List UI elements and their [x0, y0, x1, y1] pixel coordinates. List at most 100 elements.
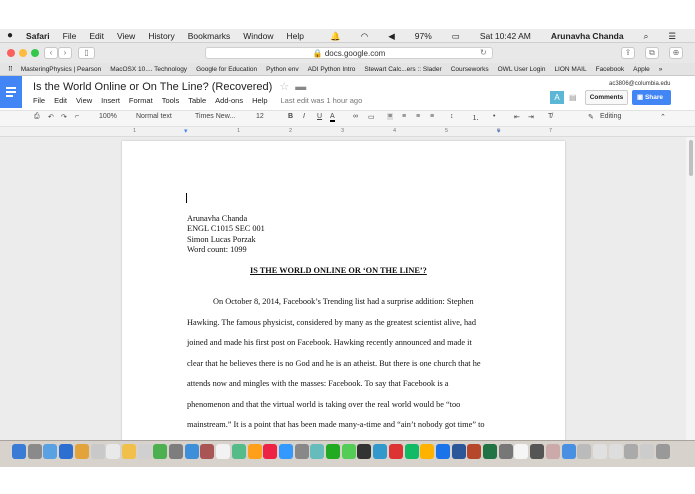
dock-app-icon[interactable]: [640, 444, 654, 459]
dock-app-icon[interactable]: [341, 444, 356, 459]
battery-icon[interactable]: ▭: [452, 31, 460, 42]
grid-icon[interactable]: ⠿: [8, 65, 13, 73]
align-center-icon[interactable]: ≡: [402, 113, 406, 120]
minimize-window-button[interactable]: [19, 49, 27, 57]
menu-view[interactable]: View: [117, 31, 135, 41]
bold-button[interactable]: B: [288, 113, 293, 120]
dock-app-icon[interactable]: [420, 444, 435, 459]
dock-app-icon[interactable]: [608, 444, 623, 459]
docs-menu-tools[interactable]: Tools: [162, 96, 180, 105]
document-title-text[interactable]: Is the World Online or On The Line? (Rec…: [33, 81, 272, 93]
docs-menu-insert[interactable]: Insert: [101, 96, 120, 105]
dock-app-icon[interactable]: [231, 444, 246, 459]
style-select[interactable]: Normal text: [136, 113, 172, 120]
apple-icon[interactable]: ●: [7, 30, 13, 41]
link-icon[interactable]: ∞: [353, 113, 358, 120]
menu-edit[interactable]: Edit: [89, 31, 104, 41]
comment-icon[interactable]: ▭: [368, 113, 375, 121]
text-color-button[interactable]: A: [330, 113, 335, 122]
docs-menu-addons[interactable]: Add-ons: [215, 96, 243, 105]
dock-app-icon[interactable]: [404, 444, 419, 459]
more-bookmarks-icon[interactable]: »: [659, 66, 663, 73]
dock-app-icon[interactable]: [216, 444, 231, 459]
dock-app-icon[interactable]: [655, 444, 670, 459]
menu-help[interactable]: Help: [287, 31, 304, 41]
share-button[interactable]: ▣ Share: [632, 90, 671, 105]
indent-marker-icon[interactable]: ▾: [184, 127, 188, 135]
downloads-icon[interactable]: ⊕: [669, 47, 683, 59]
dock-app-icon[interactable]: [12, 444, 26, 459]
document-page[interactable]: [122, 141, 565, 440]
collapse-icon[interactable]: ⌃: [660, 113, 666, 121]
close-window-button[interactable]: [7, 49, 15, 57]
tabs-icon[interactable]: ⧉: [645, 47, 659, 59]
docs-menu-format[interactable]: Format: [129, 96, 153, 105]
last-edit-status[interactable]: Last edit was 1 hour ago: [281, 96, 363, 105]
reload-icon[interactable]: ↻: [480, 48, 487, 57]
undo-icon[interactable]: ↶: [48, 113, 54, 121]
share-icon[interactable]: ⇪: [621, 47, 635, 59]
dock-app-icon[interactable]: [388, 444, 403, 459]
dock-app-icon[interactable]: [624, 444, 639, 459]
dock-app-icon[interactable]: [310, 444, 325, 459]
address-bar[interactable]: 🔒 docs.google.com: [205, 47, 493, 59]
wifi-icon[interactable]: ◠: [361, 31, 368, 42]
dock-app-icon[interactable]: [27, 444, 42, 459]
dock-app-icon[interactable]: [577, 444, 592, 459]
menu-bookmarks[interactable]: Bookmarks: [188, 31, 231, 41]
volume-icon[interactable]: ◀︎: [388, 31, 395, 42]
dock-app-icon[interactable]: [121, 444, 136, 459]
editing-mode-select[interactable]: Editing: [600, 113, 621, 120]
folder-icon[interactable]: ▬: [295, 81, 306, 93]
dock-app-icon[interactable]: [153, 444, 168, 459]
menu-file[interactable]: File: [63, 31, 77, 41]
sidebar-icon[interactable]: ▯: [78, 47, 95, 59]
back-icon[interactable]: ‹: [44, 47, 58, 59]
align-left-icon[interactable]: ≡: [387, 113, 394, 120]
dock-app-icon[interactable]: [326, 444, 340, 459]
dock-app-icon[interactable]: [43, 444, 58, 459]
menu-app-name[interactable]: Safari: [26, 31, 50, 41]
dock-app-icon[interactable]: [200, 444, 215, 459]
dock-app-icon[interactable]: [169, 444, 183, 459]
document-title[interactable]: Is the World Online or On The Line? (Rec…: [33, 80, 306, 93]
docs-home-icon[interactable]: [0, 76, 22, 108]
notification-icon[interactable]: 🔔: [330, 31, 341, 42]
dock-app-icon[interactable]: [263, 444, 278, 459]
dock-app-icon[interactable]: [561, 444, 576, 459]
bookmark-item[interactable]: Python env: [266, 66, 299, 73]
menu-history[interactable]: History: [148, 31, 174, 41]
dock-app-icon[interactable]: [278, 444, 293, 459]
dock-app-icon[interactable]: [373, 444, 388, 459]
comments-button[interactable]: Comments: [585, 90, 628, 105]
bookmark-item[interactable]: Apple: [633, 66, 650, 73]
bookmark-item[interactable]: Courseworks: [451, 66, 489, 73]
print-icon[interactable]: ⎙: [34, 113, 40, 121]
dock-app-icon[interactable]: [184, 444, 199, 459]
docs-menu-edit[interactable]: Edit: [54, 96, 67, 105]
underline-button[interactable]: U: [317, 113, 322, 120]
ruler[interactable]: 1 ▾ 1 2 3 4 5 ▾ 6 7: [0, 127, 695, 137]
chat-icon[interactable]: ▤: [569, 93, 577, 102]
dock-app-icon[interactable]: [592, 444, 607, 459]
dock-app-icon[interactable]: [514, 444, 529, 459]
forward-icon[interactable]: ›: [58, 47, 72, 59]
dock-app-icon[interactable]: [498, 444, 513, 459]
pencil-icon[interactable]: ✎: [588, 113, 594, 121]
dock-app-icon[interactable]: [137, 444, 152, 459]
justify-icon[interactable]: ≡: [430, 113, 434, 120]
zoom-window-button[interactable]: [31, 49, 39, 57]
bookmark-item[interactable]: LION MAIL: [554, 66, 586, 73]
zoom-select[interactable]: 100%: [99, 113, 117, 120]
avatar[interactable]: A: [550, 91, 564, 104]
menu-window[interactable]: Window: [243, 31, 273, 41]
dock-app-icon[interactable]: [74, 444, 89, 459]
dock-app-icon[interactable]: [467, 444, 482, 459]
dock-app-icon[interactable]: [357, 444, 372, 459]
bookmark-item[interactable]: OWL User Login: [498, 66, 546, 73]
bookmark-item[interactable]: Stewart Calc...ers :: Slader: [364, 66, 441, 73]
redo-icon[interactable]: ↷: [61, 113, 67, 121]
docs-menu-view[interactable]: View: [76, 96, 92, 105]
notification-center-icon[interactable]: ☰: [668, 31, 676, 42]
dock-app-icon[interactable]: [294, 444, 309, 459]
